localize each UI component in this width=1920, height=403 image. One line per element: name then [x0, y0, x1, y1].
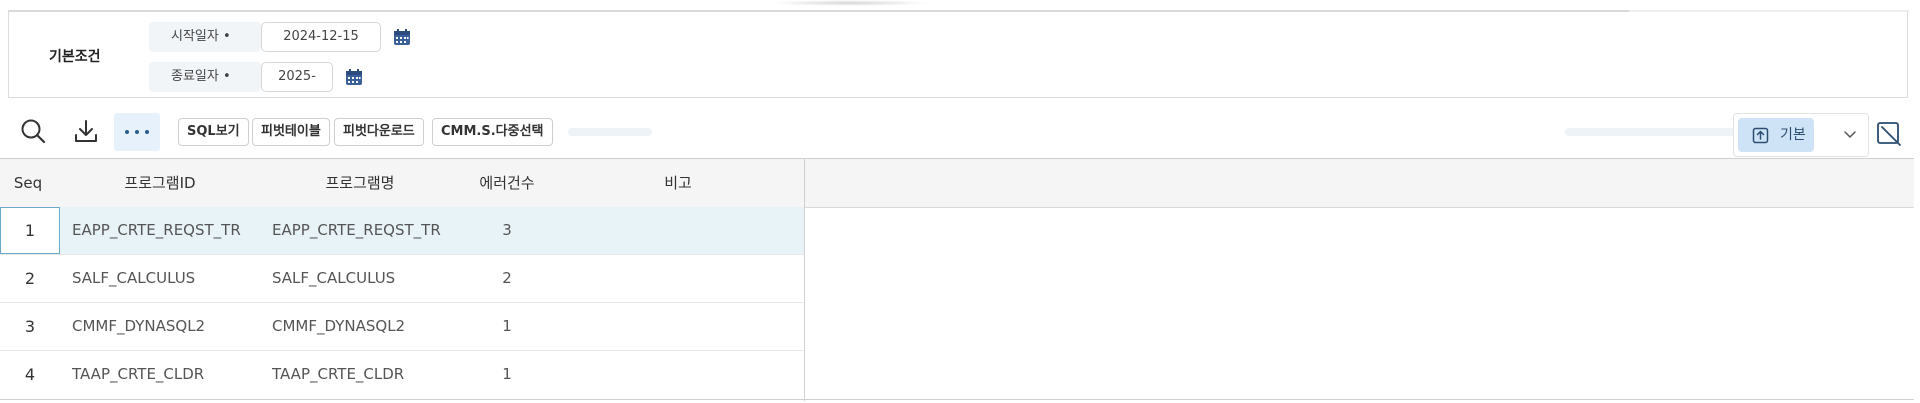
pivot-table-button[interactable]: 피벗테이블 — [252, 118, 330, 146]
search-icon[interactable] — [17, 115, 49, 147]
pivot-download-button[interactable]: 피벗다운로드 — [334, 118, 424, 146]
grid-bottom-border — [0, 399, 1914, 400]
export-icon — [1752, 127, 1769, 144]
row-error-count[interactable]: 1 — [470, 351, 544, 398]
faint-placeholder-right — [1565, 128, 1735, 136]
grid-split-divider[interactable] — [804, 159, 805, 401]
column-header-program-id[interactable]: 프로그램ID — [100, 159, 220, 207]
row-program-id[interactable]: TAAP_CRTE_CLDR — [72, 351, 204, 398]
start-date-input[interactable]: 2024-12-15 — [261, 22, 381, 52]
table-row[interactable]: 4 TAAP_CRTE_CLDR TAAP_CRTE_CLDR 1 — [0, 351, 804, 399]
end-date-calendar-icon[interactable] — [344, 67, 364, 87]
column-header-note[interactable]: 비고 — [640, 159, 716, 207]
row-error-count[interactable]: 2 — [470, 255, 544, 302]
row-seq[interactable]: 1 — [0, 207, 60, 254]
row-program-name[interactable]: SALF_CALCULUS — [272, 255, 395, 302]
search-condition-panel: 기본조건 시작일자 • 2024-12-15 종료일자 • 2025- — [8, 10, 1909, 98]
row-seq[interactable]: 2 — [0, 255, 60, 302]
column-header-error-count[interactable]: 에러건수 — [470, 159, 544, 207]
row-program-id[interactable]: SALF_CALCULUS — [72, 255, 195, 302]
data-grid: Seq 프로그램ID 프로그램명 에러건수 비고 1 EAPP_CRTE_REQ… — [0, 158, 1914, 401]
row-seq[interactable]: 4 — [0, 351, 60, 398]
row-error-count[interactable]: 3 — [470, 207, 544, 254]
download-icon[interactable] — [70, 115, 102, 147]
layout-toggle-icon[interactable] — [1876, 120, 1902, 146]
faint-placeholder — [568, 128, 652, 136]
end-date-input[interactable]: 2025- — [261, 62, 333, 92]
multi-select-button[interactable]: CMM.S.다중선택 — [432, 118, 553, 146]
row-program-name[interactable]: TAAP_CRTE_CLDR — [272, 351, 404, 398]
panel-top-line — [1629, 10, 1909, 12]
row-program-id[interactable]: CMMF_DYNASQL2 — [72, 303, 205, 350]
condition-title: 기본조건 — [49, 49, 101, 65]
start-date-calendar-icon[interactable] — [392, 27, 412, 47]
row-program-name[interactable]: CMMF_DYNASQL2 — [272, 303, 405, 350]
view-selector[interactable]: 기본 — [1733, 113, 1869, 157]
sql-view-button[interactable]: SQL보기 — [178, 118, 249, 146]
start-date-label: 시작일자 • — [149, 22, 261, 52]
row-program-name[interactable]: EAPP_CRTE_REQST_TR — [272, 207, 441, 254]
row-program-id[interactable]: EAPP_CRTE_REQST_TR — [72, 207, 241, 254]
grid-header: Seq 프로그램ID 프로그램명 에러건수 비고 — [0, 159, 1914, 208]
top-shadow — [770, 0, 930, 6]
column-header-seq[interactable]: Seq — [0, 159, 56, 207]
table-row[interactable]: 2 SALF_CALCULUS SALF_CALCULUS 2 — [0, 255, 804, 303]
column-header-program-name[interactable]: 프로그램명 — [300, 159, 420, 207]
more-icon[interactable] — [114, 113, 160, 151]
row-error-count[interactable]: 1 — [470, 303, 544, 350]
chevron-down-icon[interactable] — [1842, 126, 1858, 142]
end-date-label: 종료일자 • — [149, 62, 261, 92]
basic-view-label: 기본 — [1780, 127, 1806, 143]
row-seq[interactable]: 3 — [0, 303, 60, 350]
table-row[interactable]: 3 CMMF_DYNASQL2 CMMF_DYNASQL2 1 — [0, 303, 804, 351]
basic-view-button[interactable]: 기본 — [1738, 118, 1814, 152]
table-row[interactable]: 1 EAPP_CRTE_REQST_TR EAPP_CRTE_REQST_TR … — [0, 207, 804, 255]
